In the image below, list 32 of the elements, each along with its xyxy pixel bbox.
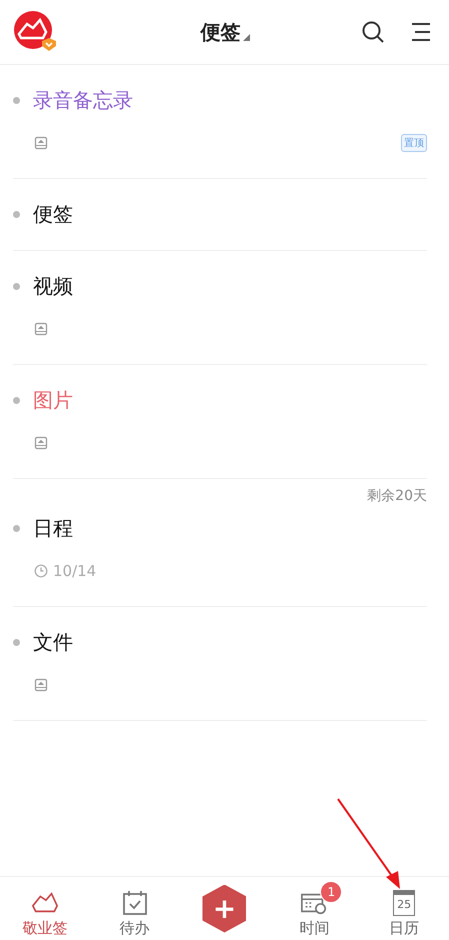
- remaining-days: 剩余20天: [13, 487, 427, 505]
- bullet-dot: [13, 97, 20, 104]
- note-title[interactable]: 日程: [33, 515, 73, 542]
- note-title[interactable]: 录音备忘录: [33, 87, 133, 114]
- nav-tab[interactable]: 待办: [106, 880, 164, 938]
- bullet-dot: [13, 397, 20, 404]
- dropdown-icon[interactable]: [242, 34, 250, 40]
- bullet-dot: [13, 525, 20, 532]
- bullet-dot: [13, 211, 20, 218]
- clock-icon: [34, 564, 48, 578]
- tray-icon: [34, 436, 48, 450]
- add-button[interactable]: +: [202, 884, 246, 932]
- pinned-tag: 置顶: [401, 134, 427, 152]
- tray-icon: [34, 136, 48, 150]
- note-date: 10/14: [53, 562, 96, 580]
- notification-badge: 1: [320, 880, 342, 902]
- note-title[interactable]: 便签: [33, 201, 73, 228]
- menu-icon[interactable]: [409, 20, 433, 44]
- calendar-check-icon: [120, 890, 149, 916]
- bullet-dot: [13, 283, 20, 290]
- note-title[interactable]: 图片: [33, 387, 73, 414]
- nav-tab[interactable]: 敬业签: [8, 880, 82, 938]
- note-title[interactable]: 视频: [33, 273, 73, 300]
- nav-tab[interactable]: 25 日历: [375, 880, 434, 938]
- tray-icon: [34, 678, 48, 692]
- tray-icon: [34, 322, 48, 336]
- nav-tab[interactable]: 1 时间: [285, 880, 344, 938]
- calendar-icon: 25: [393, 890, 416, 916]
- note-title[interactable]: 文件: [33, 629, 73, 656]
- search-icon[interactable]: [361, 20, 385, 44]
- bullet-dot: [13, 639, 20, 646]
- header-title[interactable]: 便签: [200, 18, 240, 46]
